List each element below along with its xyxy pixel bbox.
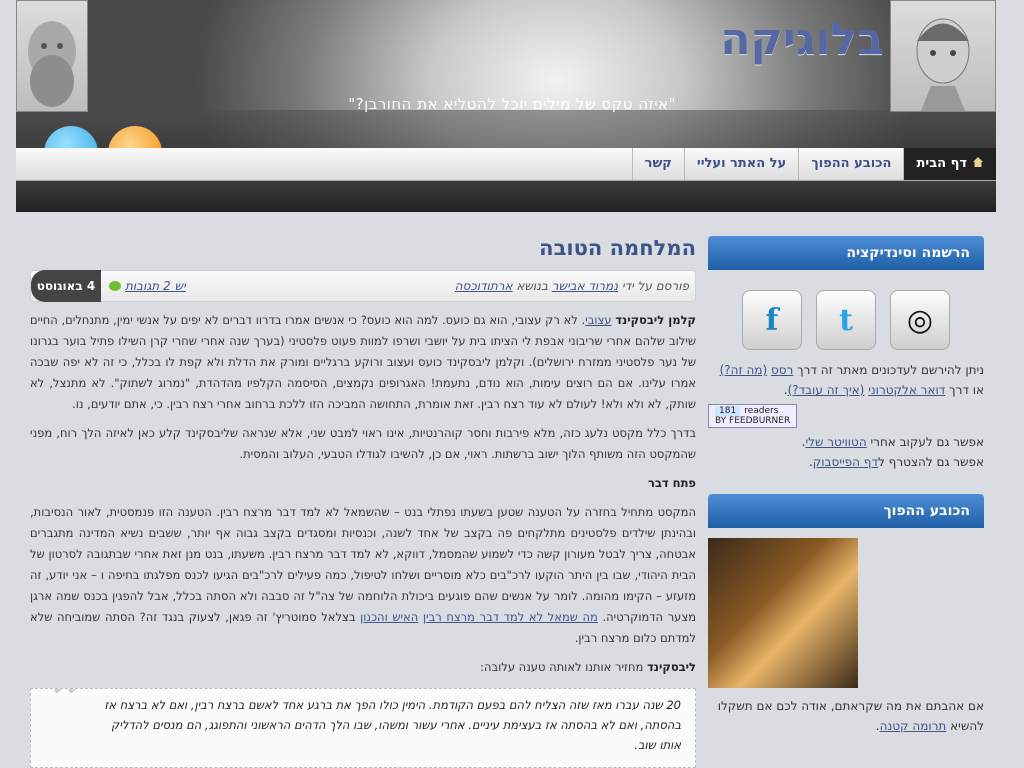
post-title[interactable]: המלחמה הטובה bbox=[30, 236, 696, 260]
section-heading: פתח דבר bbox=[30, 473, 696, 494]
how-it-works-link[interactable]: (איך זה עובד?) bbox=[788, 383, 865, 397]
paragraph-text: מחזיר אותנו לאותה טענה עלובה: bbox=[480, 660, 644, 674]
widget-title-subscribe: הרשמה וסינדיקציה bbox=[708, 236, 984, 270]
kierkegaard-portrait bbox=[890, 0, 996, 112]
social-icons: f t ◎ bbox=[708, 290, 984, 350]
what-is-link[interactable]: (מה זה?) bbox=[720, 363, 768, 377]
nav-item-contact[interactable]: קשר bbox=[631, 148, 684, 180]
site-tagline: "איזה טקס של מילים יוכל להטליא את החורבן… bbox=[348, 95, 676, 113]
main-nav: דף הבית הכובע ההפוך על האתר ועליי קשר bbox=[16, 148, 996, 181]
readers-wrap: 181 readers BY FEEDBURNER bbox=[708, 400, 984, 432]
rss-link[interactable]: רסס bbox=[771, 363, 793, 377]
email-link[interactable]: דואר אלקטרוני bbox=[868, 383, 945, 397]
post-meta-bar: פורסם על ידי נמרוד אבישר בנושא ארתודוכסה… bbox=[30, 270, 696, 302]
author-name: קלמן ליבסקינד bbox=[615, 313, 696, 327]
subscribe-text: ניתן להירשם לעדכונים מאתר זה דרך רסס (מה… bbox=[719, 363, 984, 397]
site-title[interactable]: בלוגיקה bbox=[720, 14, 884, 65]
harp-photo bbox=[708, 538, 858, 688]
nav-item-hat[interactable]: הכובע ההפוך bbox=[798, 148, 903, 180]
quote-text: 20 שנה עברו מאז שזה הצליח להם בפעם הקודמ… bbox=[104, 698, 681, 752]
topic-prefix: בנושא bbox=[516, 279, 548, 293]
blockquote: ” 20 שנה עברו מאז שזה הצליח להם בפעם הקו… bbox=[30, 688, 696, 768]
text: או דרך bbox=[949, 383, 984, 397]
author-link[interactable]: נמרוד אבישר bbox=[552, 279, 618, 293]
paragraph-text: . לא רק עצובי, הוא גם כועס. למה הוא כועס… bbox=[30, 313, 696, 411]
home-icon bbox=[972, 149, 984, 167]
nav-item-label: דף הבית bbox=[916, 156, 967, 171]
inline-link[interactable]: מה שמאל לא למד דבר מרצח רבין bbox=[423, 610, 598, 624]
twitter-icon[interactable]: t bbox=[816, 290, 876, 350]
quote-mark-icon: ” bbox=[49, 688, 86, 745]
text: אפשר גם לעקוב אחרי bbox=[870, 435, 984, 449]
facebook-link[interactable]: דף הפייסבוק bbox=[813, 455, 878, 469]
nav-item-about[interactable]: על האתר ועליי bbox=[683, 148, 798, 180]
quote-intro: ליבסקינד מחזיר אותנו לאותה טענה עלובה: bbox=[30, 657, 696, 678]
widget-title-hat: הכובע ההפוך bbox=[708, 494, 984, 528]
socrates-portrait bbox=[16, 0, 88, 112]
heading-text: פתח דבר bbox=[647, 476, 696, 490]
rss-icon[interactable]: ◎ bbox=[890, 290, 950, 350]
sidebar: הרשמה וסינדיקציה f t ◎ ניתן להירשם לעדכו… bbox=[708, 236, 984, 736]
paragraph-text: המקסט מתחיל בחזרה על הטענה שטען בשעתו נפ… bbox=[30, 505, 697, 624]
feedburner-label: BY FEEDBURNER bbox=[715, 416, 791, 426]
inline-link[interactable]: האיש והכנון bbox=[360, 610, 418, 624]
follow-text: אפשר גם לעקוב אחרי הטוויטר שלי. bbox=[801, 435, 984, 449]
text: אפשר גם להצטרף ל bbox=[878, 455, 984, 469]
header-band bbox=[16, 110, 996, 148]
text: ניתן להירשם לעדכונים מאתר זה דרך bbox=[797, 363, 984, 377]
twitter-link[interactable]: הטוויטר שלי bbox=[805, 435, 866, 449]
post-paragraph: קלמן ליבסקינד עצובי. לא רק עצובי, הוא גם… bbox=[30, 310, 696, 415]
facebook-icon[interactable]: f bbox=[742, 290, 802, 350]
byline-prefix: פורסם על ידי bbox=[621, 279, 689, 293]
topic-link[interactable]: ארתודוכסה bbox=[455, 279, 513, 293]
inline-link[interactable]: עצובי bbox=[585, 313, 611, 327]
readers-label: readers bbox=[744, 406, 779, 416]
post-paragraph: המקסט מתחיל בחזרה על הטענה שטען בשעתו נפ… bbox=[30, 502, 696, 649]
header-lower-bar bbox=[16, 180, 996, 212]
post-date-badge: 4 באוגוסט bbox=[31, 270, 101, 302]
author-name: ליבסקינד bbox=[647, 660, 696, 674]
post-byline: פורסם על ידי נמרוד אבישר בנושא ארתודוכסה bbox=[455, 279, 689, 293]
post-body: קלמן ליבסקינד עצובי. לא רק עצובי, הוא גם… bbox=[30, 310, 696, 678]
comments-link[interactable]: יש 2 תגובות bbox=[109, 279, 186, 293]
chat-bubble-icon bbox=[109, 281, 121, 291]
donation-link[interactable]: תרומה קטנה bbox=[880, 719, 947, 733]
readers-count: 181 bbox=[715, 406, 741, 416]
nav-item-home[interactable]: דף הבית bbox=[903, 148, 996, 180]
comments-label: יש 2 תגובות bbox=[125, 279, 186, 293]
main-content: המלחמה הטובה פורסם על ידי נמרוד אבישר בנ… bbox=[30, 230, 696, 768]
feedburner-badge[interactable]: 181 readers BY FEEDBURNER bbox=[708, 404, 798, 428]
facebook-text: אפשר גם להצטרף לדף הפייסבוק. bbox=[808, 455, 984, 469]
post-paragraph: בדרך כלל מקסט נלעג כזה, מלא פירבות וחסר … bbox=[30, 426, 696, 461]
donation-text: אם אהבתם את מה שקראתם, אודה לכם אם תשקלו… bbox=[717, 699, 984, 733]
